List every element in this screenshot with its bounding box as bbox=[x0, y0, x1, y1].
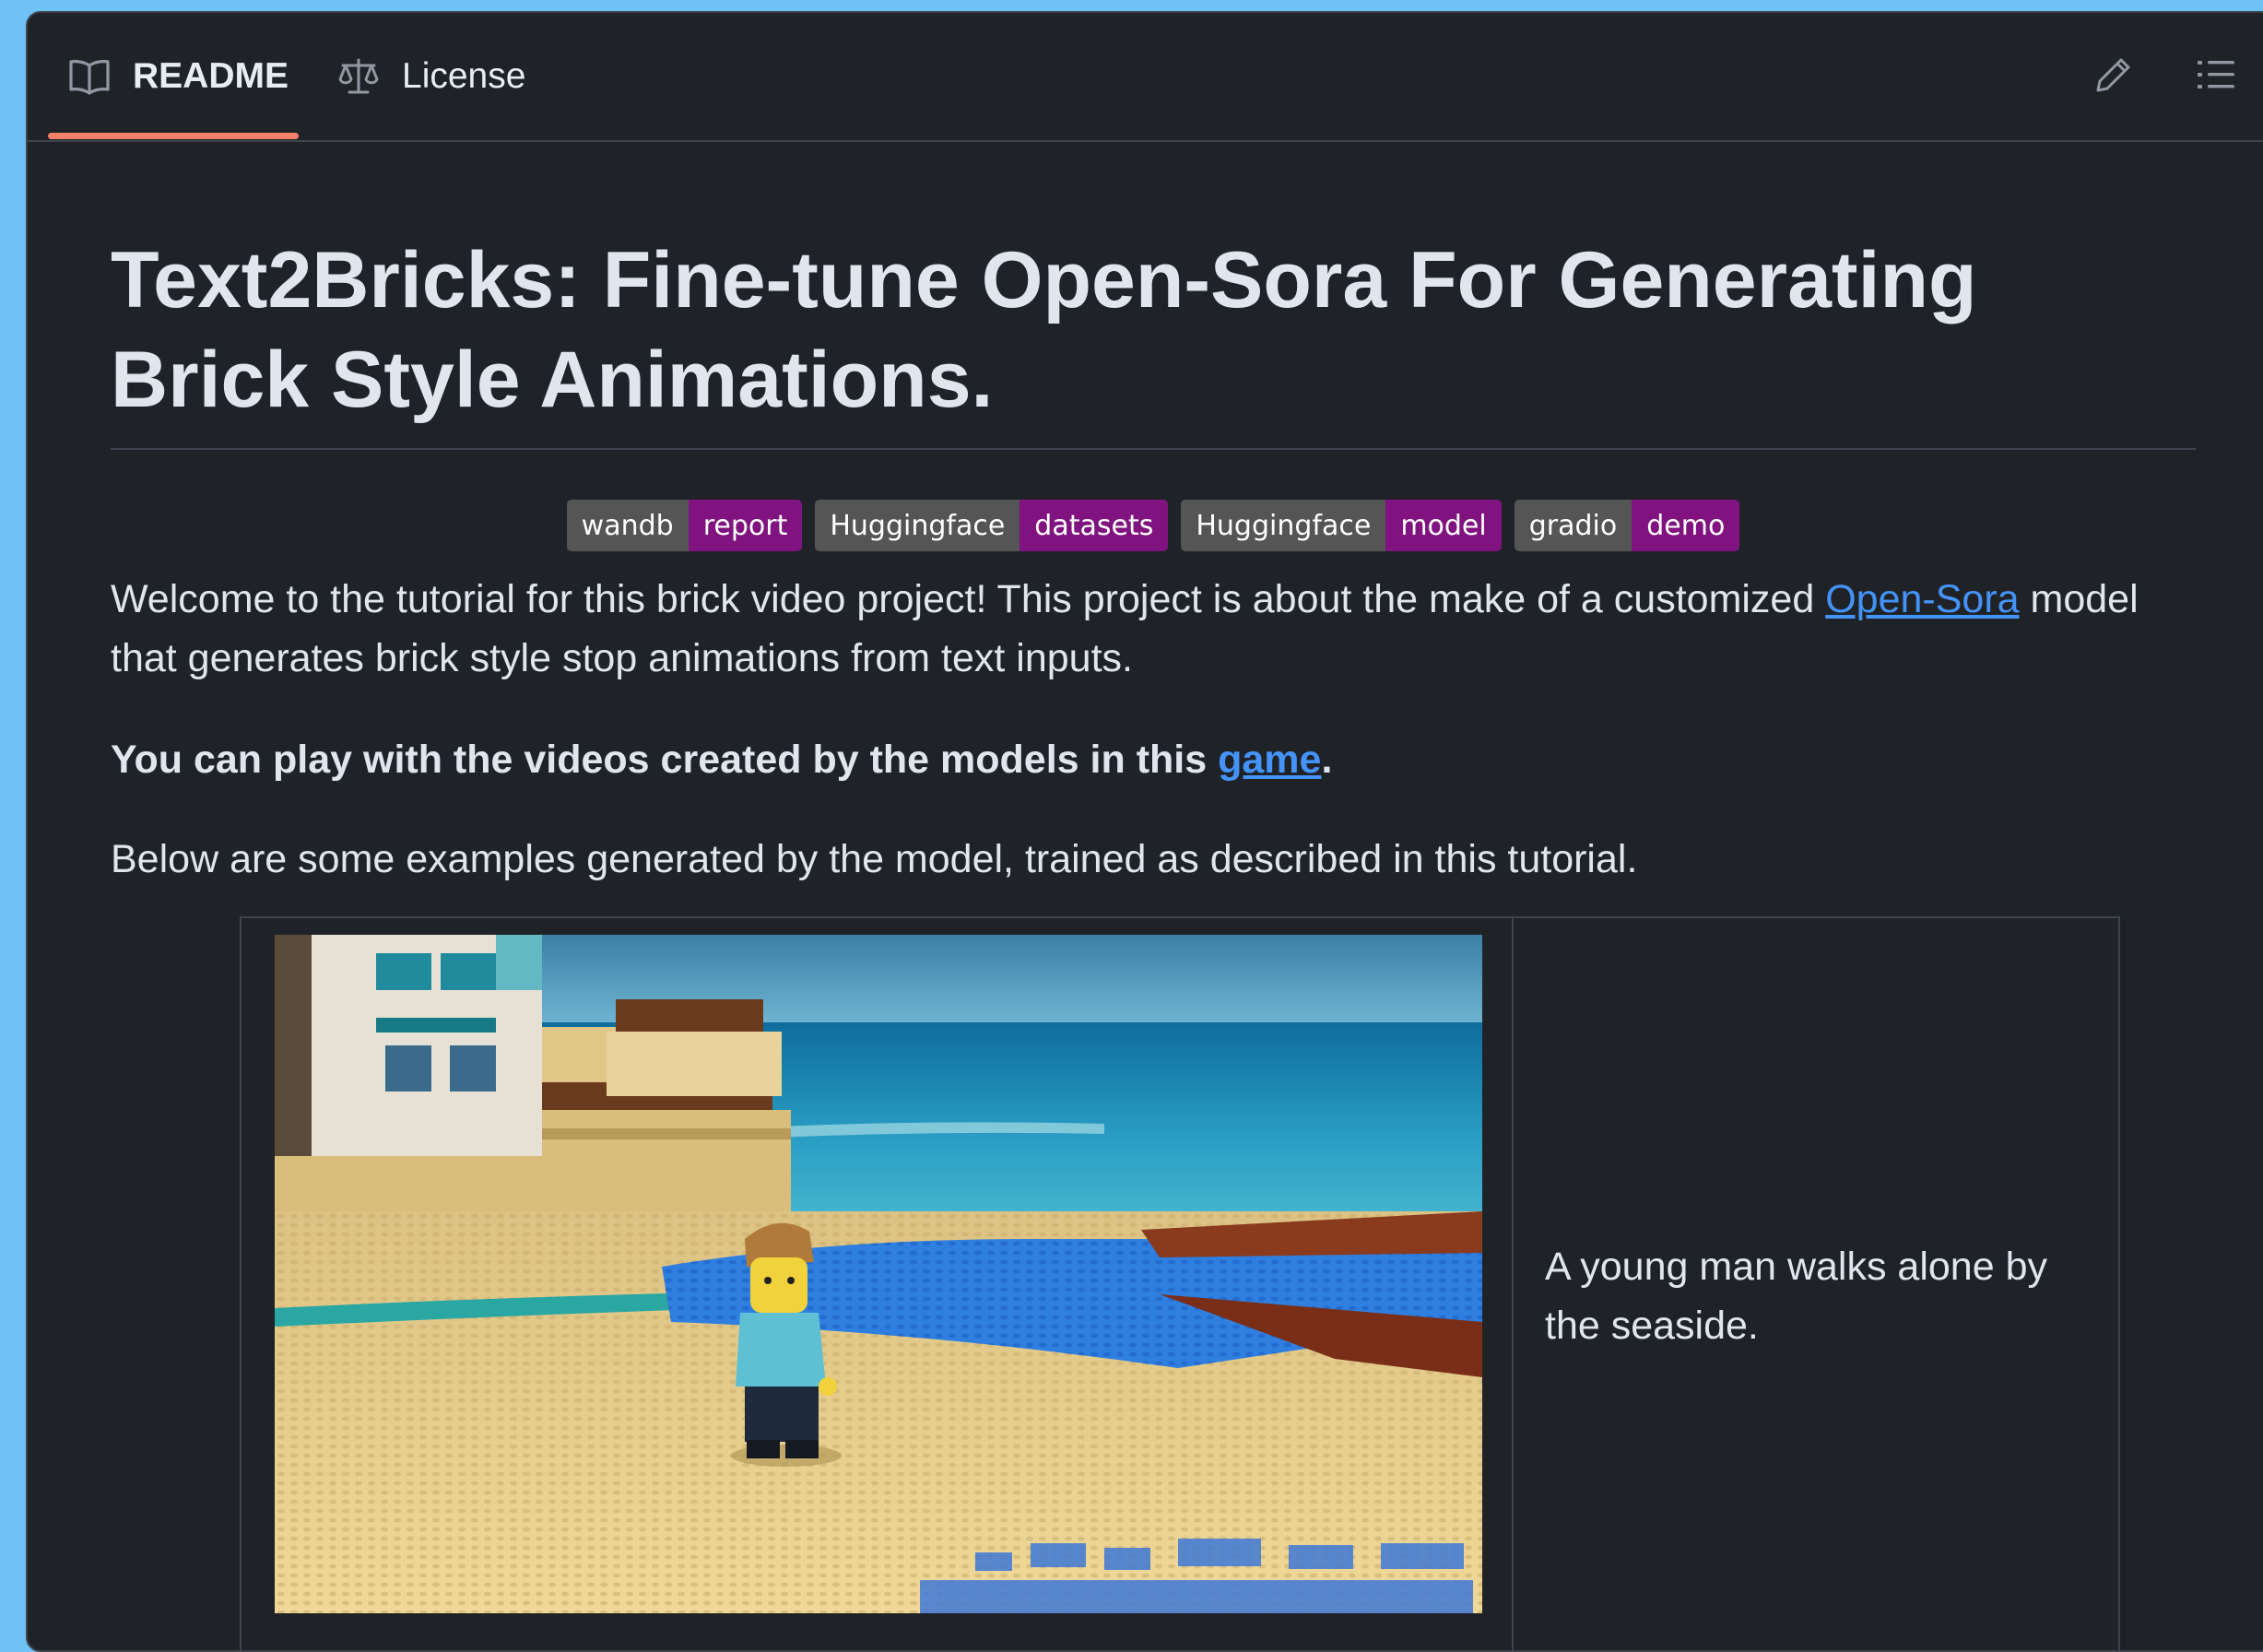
badge-message: model bbox=[1385, 500, 1502, 551]
intro-text: Welcome to the tutorial for this brick v… bbox=[111, 577, 1826, 621]
play-text-end: . bbox=[1321, 738, 1333, 782]
examples-paragraph: Below are some examples generated by the… bbox=[111, 837, 1638, 881]
readme-panel: README License Text2Bricks: Fine-tune Op… bbox=[26, 11, 2263, 1652]
pencil-icon[interactable] bbox=[2094, 55, 2133, 99]
example-video-thumbnail[interactable] bbox=[275, 935, 1482, 1613]
tab-readme-label: README bbox=[133, 56, 289, 96]
badge-huggingface-model[interactable]: Huggingface model bbox=[1181, 500, 1502, 551]
badge-gradio-demo[interactable]: gradio demo bbox=[1514, 500, 1740, 551]
readme-title: Text2Bricks: Fine-tune Open-Sora For Gen… bbox=[111, 236, 1977, 424]
book-icon bbox=[69, 60, 110, 95]
intro-paragraph: Welcome to the tutorial for this brick v… bbox=[111, 570, 2196, 688]
table-cell-divider bbox=[1512, 918, 1514, 1650]
badge-wandb-report[interactable]: wandb report bbox=[566, 500, 803, 551]
badge-row: wandb report Huggingface datasets Huggin… bbox=[111, 500, 2196, 553]
examples-table: A young man walks alone by the seaside. bbox=[240, 916, 2120, 1650]
title-divider bbox=[111, 448, 2196, 450]
active-tab-indicator bbox=[48, 133, 299, 139]
badge-label: wandb bbox=[566, 500, 689, 551]
readme-tab-bar: README License bbox=[28, 13, 2263, 142]
tab-readme[interactable]: README bbox=[68, 13, 289, 140]
badge-message: demo bbox=[1632, 500, 1740, 551]
play-text: You can play with the videos created by … bbox=[111, 738, 1219, 782]
game-link[interactable]: game bbox=[1218, 738, 1321, 782]
tab-license[interactable]: License bbox=[337, 13, 525, 140]
badge-message: report bbox=[688, 500, 803, 551]
badge-label: gradio bbox=[1514, 500, 1632, 551]
open-sora-link[interactable]: Open-Sora bbox=[1825, 577, 2019, 621]
badge-label: Huggingface bbox=[815, 500, 1020, 551]
badge-label: Huggingface bbox=[1181, 500, 1386, 551]
tab-license-label: License bbox=[402, 56, 526, 96]
badge-message: datasets bbox=[1020, 500, 1169, 551]
law-scale-icon bbox=[338, 58, 379, 94]
list-unordered-icon[interactable] bbox=[2196, 55, 2236, 99]
play-paragraph: You can play with the videos created by … bbox=[111, 730, 2196, 789]
example-caption: A young man walks alone by the seaside. bbox=[1545, 1245, 2047, 1348]
badge-huggingface-datasets[interactable]: Huggingface datasets bbox=[815, 500, 1169, 551]
